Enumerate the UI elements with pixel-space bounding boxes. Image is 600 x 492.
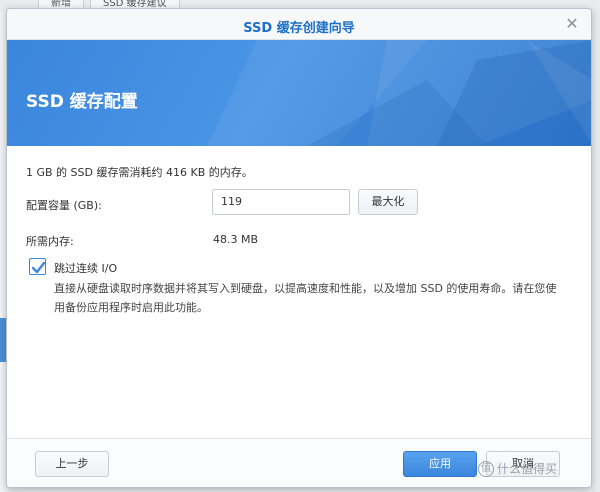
- capacity-input[interactable]: 119: [212, 189, 350, 215]
- skip-sequential-io-description: 直接从硬盘读取时序数据并将其写入到硬盘，以提高速度和性能，以及增加 SSD 的使…: [54, 282, 557, 314]
- close-icon[interactable]: ✕: [563, 15, 581, 33]
- required-memory-label: 所需内存:: [26, 235, 74, 248]
- dialog-title: SSD 缓存创建向导: [243, 21, 355, 36]
- watermark-text: 什么值得买: [497, 462, 558, 476]
- skip-sequential-io-label[interactable]: 跳过连续 I/O: [54, 260, 117, 276]
- wizard-banner: SSD 缓存配置: [7, 40, 591, 146]
- skip-sequential-io-checkbox[interactable]: [29, 258, 46, 275]
- check-icon: [31, 261, 46, 274]
- memory-info-text: 1 GB 的 SSD 缓存需消耗约 416 KB 的内存。: [26, 166, 253, 179]
- ssd-cache-wizard-dialog: SSD 缓存创建向导 ✕ SSD 缓存配置 1 GB 的 SSD 缓存需消耗约 …: [6, 8, 592, 488]
- banner-title: SSD 缓存配置: [26, 92, 138, 112]
- watermark-logo-icon: 值: [478, 460, 494, 477]
- apply-button[interactable]: 应用: [403, 451, 477, 477]
- dialog-titlebar: SSD 缓存创建向导 ✕: [7, 9, 591, 40]
- maximize-button[interactable]: 最大化: [358, 189, 418, 215]
- required-memory-value: 48.3 MB: [213, 233, 259, 246]
- back-button[interactable]: 上一步: [35, 451, 109, 477]
- watermark: 值 什么值得买: [478, 460, 557, 477]
- capacity-label: 配置容量 (GB):: [26, 199, 102, 212]
